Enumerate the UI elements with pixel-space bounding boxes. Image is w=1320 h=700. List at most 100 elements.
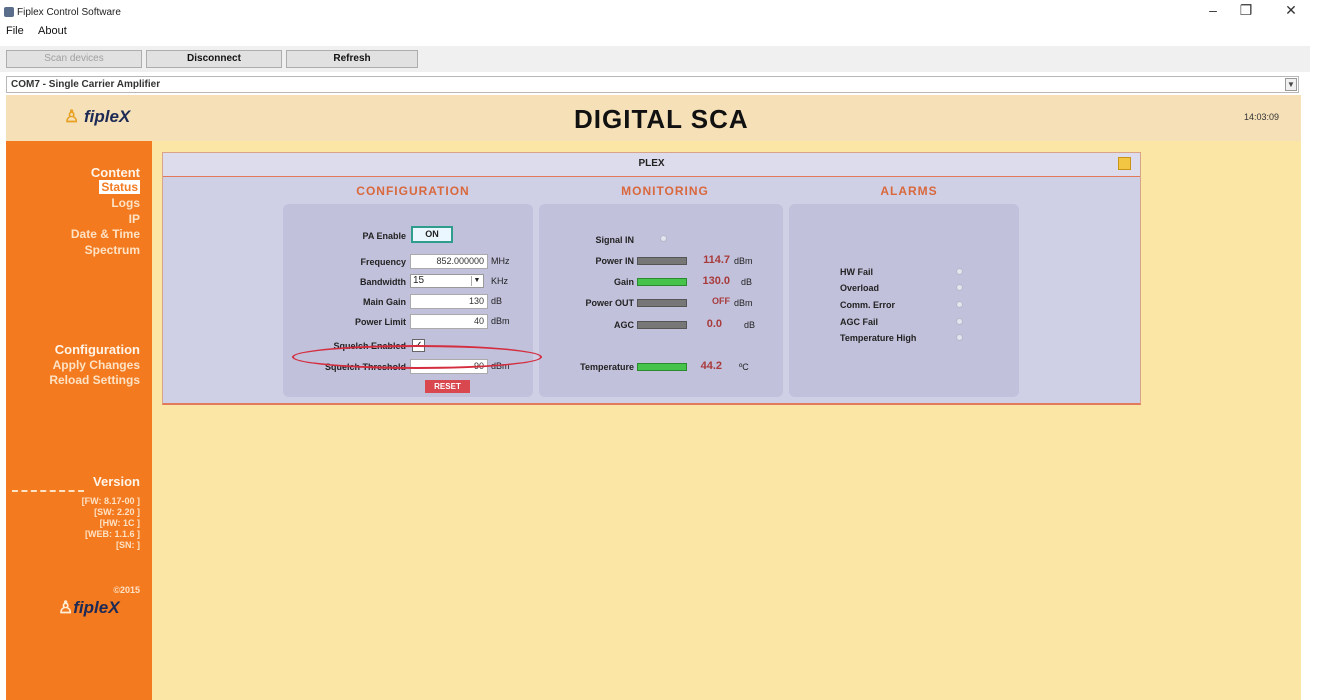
sidebar-item-status[interactable]: Status bbox=[99, 180, 140, 194]
version-fw: [FW: 8.17-00 ] bbox=[81, 496, 140, 506]
power-limit-unit: dBm bbox=[491, 316, 510, 326]
fiplex-logo: ♙ fipleX bbox=[64, 107, 130, 127]
divider bbox=[12, 490, 84, 492]
highlight-circle bbox=[292, 345, 542, 369]
disconnect-button[interactable]: Disconnect bbox=[146, 50, 282, 68]
configuration-title: CONFIGURATION bbox=[356, 184, 470, 198]
bandwidth-value: 15 bbox=[413, 275, 425, 286]
alarm-hw-fail-led bbox=[956, 268, 963, 275]
power-out-unit: dBm bbox=[734, 298, 753, 308]
version-sw: [SW: 2.20 ] bbox=[94, 507, 140, 517]
scan-devices-button[interactable]: Scan devices bbox=[6, 50, 142, 68]
reset-button[interactable]: RESET bbox=[425, 380, 470, 393]
main-gain-label: Main Gain bbox=[362, 297, 406, 307]
power-limit-label: Power Limit bbox=[354, 317, 406, 327]
version-web: [WEB: 1.1.6 ] bbox=[84, 529, 140, 539]
sidebar-item-ip[interactable]: IP bbox=[129, 212, 140, 226]
monitoring-title: MONITORING bbox=[621, 184, 709, 198]
minimize-button[interactable]: – bbox=[1200, 2, 1226, 18]
temperature-unit: ºC bbox=[739, 362, 749, 372]
bandwidth-select[interactable]: 15 ▼ bbox=[410, 274, 484, 288]
alarm-temperature-high-label: Temperature High bbox=[840, 333, 917, 343]
alarms-title: ALARMS bbox=[880, 184, 938, 198]
power-in-value: 114.7 bbox=[703, 254, 730, 266]
sidebar-item-reload[interactable]: Reload Settings bbox=[49, 373, 140, 387]
bandwidth-unit: KHz bbox=[491, 276, 509, 286]
alarm-temperature-high-led bbox=[956, 334, 963, 341]
sidebar-item-spectrum[interactable]: Spectrum bbox=[85, 243, 140, 257]
gain-bar bbox=[637, 278, 687, 286]
title-bar: Fiplex Control Software – ❐ ✕ bbox=[0, 0, 1320, 24]
window-title: Fiplex Control Software bbox=[17, 7, 121, 18]
gain-unit: dB bbox=[741, 277, 753, 287]
version-sn: [SN: ] bbox=[116, 540, 140, 550]
gain-label: Gain bbox=[613, 277, 634, 287]
sidebar-item-datetime[interactable]: Date & Time bbox=[71, 227, 140, 241]
page-title: DIGITAL SCA bbox=[574, 104, 749, 134]
signal-in-led bbox=[660, 235, 667, 242]
temperature-label: Temperature bbox=[580, 362, 634, 372]
main-gain-unit: dB bbox=[491, 296, 503, 306]
toolbar: Scan devices Disconnect Refresh bbox=[0, 46, 1310, 72]
maximize-button[interactable]: ❐ bbox=[1233, 2, 1259, 19]
alarm-overload-led bbox=[956, 284, 963, 291]
agc-value: 0.0 bbox=[706, 318, 722, 330]
sidebar-item-logs[interactable]: Logs bbox=[111, 196, 140, 210]
antenna-icon: ♙ bbox=[58, 598, 74, 617]
chevron-down-icon[interactable]: ▼ bbox=[1285, 78, 1297, 91]
web-content: ♙ fipleX DIGITAL SCA 14:03:09 Content St… bbox=[6, 95, 1301, 700]
power-limit-input[interactable]: 40 bbox=[410, 314, 488, 329]
logo-text-bottom: fipleX bbox=[73, 598, 120, 617]
antenna-icon: ♙ bbox=[64, 107, 80, 126]
app-window: Fiplex Control Software – ❐ ✕ File About… bbox=[0, 0, 1320, 700]
power-out-label: Power OUT bbox=[585, 298, 634, 308]
power-out-bar bbox=[637, 299, 687, 307]
clock-time: 14:03:09 bbox=[1244, 112, 1280, 122]
sidebar-heading-configuration[interactable]: Configuration bbox=[55, 342, 140, 357]
logo-text: fipleX bbox=[83, 107, 131, 126]
agc-unit: dB bbox=[744, 320, 756, 330]
frequency-label: Frequency bbox=[360, 257, 406, 267]
power-in-unit: dBm bbox=[734, 256, 753, 266]
sidebar: Content Status Logs IP Date & Time Spect… bbox=[6, 141, 152, 700]
app-icon bbox=[4, 7, 14, 17]
alarm-comm-error-led bbox=[956, 301, 963, 308]
chevron-down-icon: ▼ bbox=[471, 276, 482, 286]
sidebar-heading-content: Content bbox=[90, 165, 140, 180]
gain-value: 130.0 bbox=[702, 275, 730, 287]
agc-bar bbox=[637, 321, 687, 329]
menu-bar: File About bbox=[0, 23, 200, 39]
alarm-agc-fail-label: AGC Fail bbox=[840, 317, 879, 327]
fiplex-logo-bottom: ♙fipleX bbox=[58, 598, 120, 618]
version-hw: [HW: 1C ] bbox=[99, 518, 140, 528]
alarm-overload-label: Overload bbox=[840, 283, 880, 293]
close-button[interactable]: ✕ bbox=[1278, 2, 1304, 19]
agc-label: AGC bbox=[614, 320, 634, 330]
alarm-hw-fail-label: HW Fail bbox=[840, 267, 873, 277]
power-in-bar bbox=[637, 257, 687, 265]
pa-enable-toggle[interactable]: ON bbox=[411, 226, 453, 243]
device-select-value: COM7 - Single Carrier Amplifier bbox=[11, 79, 161, 90]
temperature-bar bbox=[637, 363, 687, 371]
sidebar-item-apply[interactable]: Apply Changes bbox=[53, 358, 140, 372]
page-header: ♙ fipleX DIGITAL SCA 14:03:09 bbox=[6, 95, 1301, 141]
menu-file[interactable]: File bbox=[6, 25, 24, 37]
refresh-button[interactable]: Refresh bbox=[286, 50, 418, 68]
copyright: ©2015 bbox=[113, 585, 140, 595]
temperature-value: 44.2 bbox=[700, 360, 722, 372]
alarms-box bbox=[789, 204, 1019, 397]
sidebar-heading-version: Version bbox=[93, 474, 140, 489]
bandwidth-label: Bandwidth bbox=[360, 277, 406, 287]
alarm-agc-fail-led bbox=[956, 318, 963, 325]
power-in-label: Power IN bbox=[595, 256, 634, 266]
alarm-comm-error-label: Comm. Error bbox=[840, 300, 896, 310]
main-gain-input[interactable]: 130 bbox=[410, 294, 488, 309]
power-out-value: OFF bbox=[712, 296, 730, 306]
device-select[interactable]: COM7 - Single Carrier Amplifier ▼ bbox=[6, 76, 1299, 93]
menu-about[interactable]: About bbox=[38, 25, 67, 37]
frequency-input[interactable]: 852.000000 bbox=[410, 254, 488, 269]
frequency-unit: MHz bbox=[491, 256, 510, 266]
pa-enable-label: PA Enable bbox=[362, 231, 406, 241]
panel-toggle-icon[interactable] bbox=[1118, 157, 1131, 170]
panel-title: PLEX bbox=[163, 153, 1140, 177]
